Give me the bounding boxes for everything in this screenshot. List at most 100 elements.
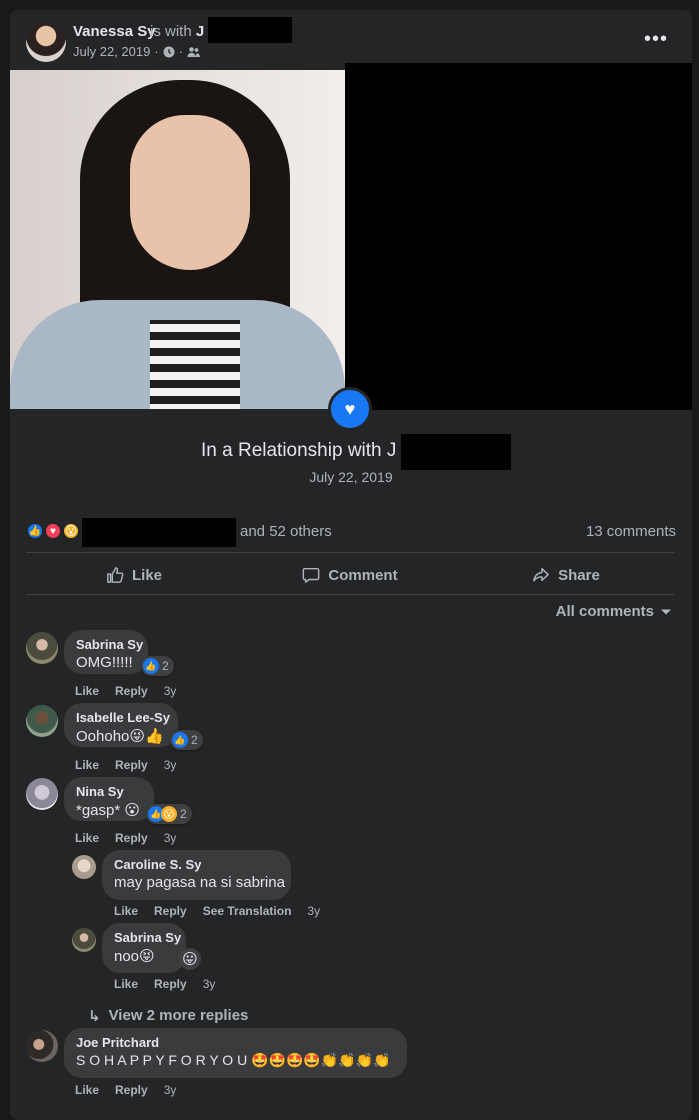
comment-time[interactable]: 3y xyxy=(164,831,177,845)
commenter-name[interactable]: Sabrina Sy xyxy=(114,930,181,945)
comment-like-link[interactable]: Like xyxy=(75,1083,99,1097)
comment-time[interactable]: 3y xyxy=(203,977,216,991)
comment-time[interactable]: 3y xyxy=(164,1083,177,1097)
like-icon: 👍 xyxy=(26,522,44,540)
redacted-reactors xyxy=(82,518,236,547)
commenter-name[interactable]: Isabelle Lee-Sy xyxy=(76,710,170,725)
comment-time[interactable]: 3y xyxy=(164,758,177,772)
comment-time[interactable]: 3y xyxy=(307,904,320,918)
meta-separator: · xyxy=(178,44,184,59)
view-more-replies-link[interactable]: ↳ View 2 more replies xyxy=(88,1007,248,1025)
comment-like-link[interactable]: Like xyxy=(75,831,99,845)
comments-count[interactable]: 13 comments xyxy=(586,523,676,540)
like-button[interactable]: Like xyxy=(26,560,242,590)
comment-reply-link[interactable]: Reply xyxy=(154,904,187,918)
relationship-date: July 22, 2019 xyxy=(309,469,393,485)
with-label: is with xyxy=(150,23,192,40)
see-translation-link[interactable]: See Translation xyxy=(203,904,292,918)
redacted-name xyxy=(208,17,292,43)
tagged-initial[interactable]: J xyxy=(196,23,204,40)
comment-label: Comment xyxy=(328,566,398,584)
wow-icon: 😮 xyxy=(62,522,80,540)
comment-actions: Like Reply 3y xyxy=(75,758,176,772)
comment-actions: Like Reply See Translation 3y xyxy=(114,904,320,918)
commenter-name[interactable]: Caroline S. Sy xyxy=(114,857,279,872)
comment-reactions[interactable]: 👍 2 xyxy=(170,730,203,750)
comment-reply-link[interactable]: Reply xyxy=(115,758,148,772)
reaction-count: 2 xyxy=(180,807,187,821)
comment-reply-link[interactable]: Reply xyxy=(115,1083,148,1097)
friends-icon[interactable] xyxy=(187,46,200,58)
post-actions: Like Comment Share xyxy=(26,560,674,590)
comment-text: OMG!!!!! xyxy=(76,654,133,671)
reaction-count: 2 xyxy=(191,733,198,747)
comment-reactions[interactable]: 👍 😮 2 xyxy=(146,804,192,824)
comment-bubble: Nina Sy *gasp* 😮 xyxy=(64,777,154,821)
reactions-others[interactable]: and 52 others xyxy=(240,523,332,540)
comment-icon xyxy=(303,567,320,583)
redacted-partner-name xyxy=(401,434,511,470)
comment-actions: Like Reply 3y xyxy=(75,1083,176,1097)
comment-reply-link[interactable]: Reply xyxy=(154,977,187,991)
clock-icon xyxy=(163,46,175,57)
comment-actions: Like Reply 3y xyxy=(75,831,176,845)
relationship-title: In a Relationship with J xyxy=(201,440,397,461)
post-card: Vanessa Sy is with J July 22, 2019 · · •… xyxy=(10,10,692,1120)
comment-text: *gasp* 😮 xyxy=(76,802,141,819)
reaction-count: 2 xyxy=(162,659,169,673)
comment-reply-link[interactable]: Reply xyxy=(115,831,148,845)
commenter-name[interactable]: Nina Sy xyxy=(76,784,142,799)
comment-text: Oohoho😜👍 xyxy=(76,728,164,745)
comments-filter-dropdown[interactable]: All comments xyxy=(556,603,672,620)
commenter-name[interactable]: Joe Pritchard xyxy=(76,1035,395,1050)
avatar[interactable] xyxy=(26,778,58,810)
thumbs-up-icon xyxy=(107,567,124,583)
like-icon: 👍 xyxy=(172,732,188,748)
more-options-button[interactable]: ••• xyxy=(644,28,668,51)
comment-reply-link[interactable]: Reply xyxy=(115,684,148,698)
avatar[interactable] xyxy=(72,855,96,879)
tagged-text: is with J xyxy=(150,23,204,40)
redacted-partner-photo xyxy=(345,63,692,410)
meta-separator: · xyxy=(154,44,159,59)
comment-reactions[interactable]: 👍 2 xyxy=(141,656,174,676)
reactions-summary[interactable]: 👍 ♥ 😮 and 52 others 13 comments xyxy=(26,518,676,547)
like-label: Like xyxy=(131,566,162,584)
view-more-label: View 2 more replies xyxy=(108,1007,249,1024)
caret-down-icon xyxy=(661,609,671,614)
filter-label: All comments xyxy=(555,603,654,620)
like-icon: 👍 xyxy=(143,658,159,674)
commenter-name[interactable]: Sabrina Sy xyxy=(76,637,143,652)
comment-bubble: Isabelle Lee-Sy Oohoho😜👍 xyxy=(64,703,178,747)
avatar[interactable] xyxy=(26,1030,58,1062)
reply-arrow-icon: ↳ xyxy=(88,1008,101,1025)
comment-like-link[interactable]: Like xyxy=(114,977,138,991)
comment-button[interactable]: Comment xyxy=(242,560,458,590)
relationship-heart-icon: ♥ xyxy=(328,387,372,431)
wow-icon: 😮 xyxy=(161,806,177,822)
comment-bubble: Joe Pritchard S O H A P P Y F O R Y O U … xyxy=(64,1028,407,1078)
reply-bubble: Sabrina Sy noo😝 xyxy=(102,923,186,973)
comment-like-link[interactable]: Like xyxy=(75,684,99,698)
author-avatar[interactable] xyxy=(26,22,66,62)
divider xyxy=(26,594,674,595)
author-name[interactable]: Vanessa Sy xyxy=(73,23,156,40)
share-icon xyxy=(533,567,550,582)
comment-like-link[interactable]: Like xyxy=(75,758,99,772)
avatar[interactable] xyxy=(72,928,96,952)
comment-bubble: Sabrina Sy OMG!!!!! xyxy=(64,630,148,674)
share-button[interactable]: Share xyxy=(458,560,674,590)
profile-photo[interactable] xyxy=(10,70,345,409)
share-label: Share xyxy=(558,566,600,584)
divider xyxy=(26,552,674,553)
comment-like-link[interactable]: Like xyxy=(114,904,138,918)
avatar[interactable] xyxy=(26,705,58,737)
comment-actions: Like Reply 3y xyxy=(75,684,176,698)
comment-time[interactable]: 3y xyxy=(164,684,177,698)
reply-bubble: Caroline S. Sy may pagasa na si sabrina xyxy=(102,850,291,900)
post-date[interactable]: July 22, 2019 xyxy=(73,44,150,59)
comment-actions: Like Reply 3y xyxy=(114,977,215,991)
reply-reaction-icon[interactable]: 😛 xyxy=(179,948,201,970)
avatar[interactable] xyxy=(26,632,58,664)
post-meta: July 22, 2019 · · xyxy=(73,44,200,59)
